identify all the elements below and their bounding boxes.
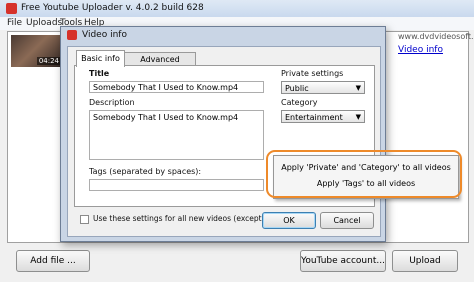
menu-uploads[interactable]: Uploads (26, 18, 62, 28)
ok-button[interactable]: OK (262, 212, 316, 229)
use-settings-label: Use these settings for all new videos (e… (93, 214, 288, 223)
dialog-app-icon (67, 30, 77, 40)
description-field[interactable]: Somebody That I Used to Know.mp4 (89, 110, 264, 160)
category-label: Category (281, 98, 318, 107)
tags-field[interactable] (89, 179, 264, 191)
app-icon (6, 3, 17, 14)
cancel-button[interactable]: Cancel (320, 212, 374, 229)
main-window-title: Free Youtube Uploader v. 4.0.2 build 628 (21, 3, 204, 13)
tab-advanced-settings[interactable]: Advanced settings (124, 52, 196, 77)
chevron-down-icon: ▼ (355, 113, 361, 121)
category-value: Entertainment (285, 113, 343, 122)
apply-context-menu: Apply 'Private' and 'Category' to all vi… (273, 155, 459, 199)
tags-label: Tags (separated by spaces): (89, 167, 202, 176)
brand-link[interactable]: www.dvdvideosoft.com (398, 32, 474, 41)
video-thumbnail[interactable]: 04:24 (11, 35, 63, 67)
apply-tags-item[interactable]: Apply 'Tags' to all videos (274, 176, 458, 191)
add-file-button[interactable]: Add file ... (16, 250, 90, 272)
tab-basic-info[interactable]: Basic info (76, 50, 125, 67)
title-field[interactable]: Somebody That I Used to Know.mp4 (89, 81, 264, 93)
youtube-account-button[interactable]: YouTube account... (300, 250, 386, 272)
private-settings-select[interactable]: Public ▼ (281, 81, 365, 94)
category-select[interactable]: Entertainment ▼ (281, 110, 365, 123)
title-label: Title (89, 69, 110, 78)
main-title-bar: Free Youtube Uploader v. 4.0.2 build 628 (0, 0, 474, 18)
dialog-title: Video info (82, 30, 127, 40)
use-settings-checkbox[interactable] (80, 215, 89, 224)
description-label: Description (89, 98, 135, 107)
menu-file[interactable]: File (7, 18, 22, 28)
private-settings-value: Public (285, 84, 309, 93)
dialog-body: Basic info Advanced settings Title Someb… (67, 46, 381, 237)
chevron-down-icon: ▼ (355, 84, 361, 92)
thumbnail-duration: 04:24 (36, 57, 61, 65)
dialog-title-bar: Video info (61, 27, 385, 44)
video-info-link[interactable]: Video info (398, 45, 443, 55)
video-info-dialog: Video info Basic info Advanced settings … (60, 26, 386, 242)
private-settings-label: Private settings (281, 69, 344, 78)
apply-private-category-item[interactable]: Apply 'Private' and 'Category' to all vi… (274, 160, 458, 175)
upload-button[interactable]: Upload (392, 250, 458, 272)
